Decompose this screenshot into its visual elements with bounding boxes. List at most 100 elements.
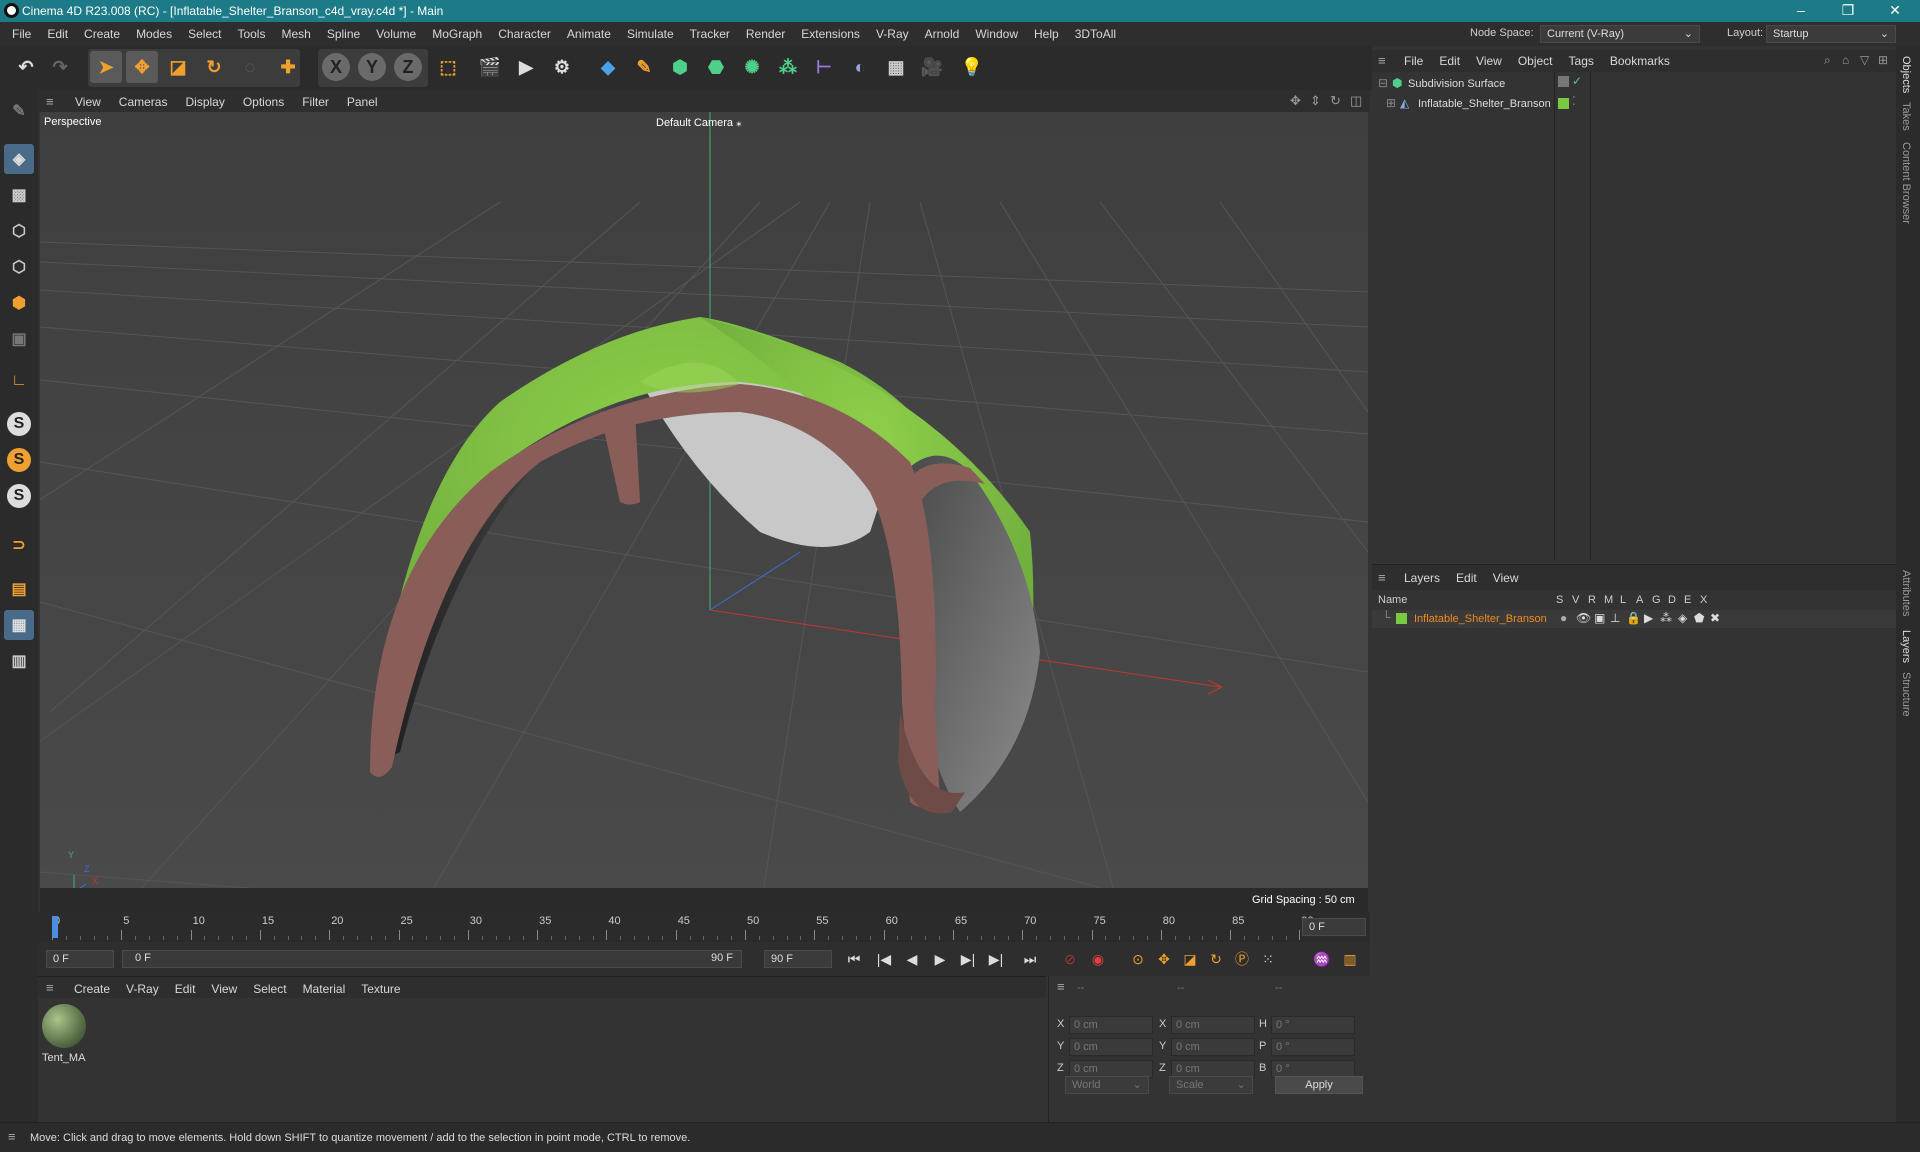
- layer-menu-layers[interactable]: Layers: [1396, 566, 1448, 590]
- coord-field[interactable]: 0 °: [1271, 1038, 1355, 1056]
- viewport-menu-cameras[interactable]: Cameras: [110, 90, 177, 114]
- object-row[interactable]: ⊟ ⬢ Subdivision Surface ✓: [1372, 74, 1896, 92]
- coord-field[interactable]: 0 cm: [1069, 1038, 1153, 1056]
- menu-animate[interactable]: Animate: [559, 22, 619, 46]
- menu-arnold[interactable]: Arnold: [917, 22, 968, 46]
- key-scale-icon[interactable]: ◪: [1178, 947, 1202, 971]
- menu-3dtoall[interactable]: 3DToAll: [1067, 22, 1124, 46]
- key-rotation-icon[interactable]: ↻: [1204, 947, 1228, 971]
- layer-color-swatch[interactable]: [1396, 613, 1407, 624]
- coord-field[interactable]: 0 cm: [1069, 1016, 1153, 1034]
- menu-simulate[interactable]: Simulate: [619, 22, 682, 46]
- floor-grid-icon[interactable]: ▤: [4, 574, 34, 604]
- layer-row[interactable]: └ Inflatable_Shelter_Branson ● 👁 ▣ ⊥ 🔒 ▶…: [1372, 610, 1896, 628]
- render-view-icon[interactable]: ▶: [510, 51, 542, 83]
- lod-icon[interactable]: ▥: [4, 646, 34, 676]
- coord-field[interactable]: 0 cm: [1171, 1038, 1255, 1056]
- viewport-rotate-icon[interactable]: ↻: [1330, 93, 1341, 109]
- object-menu-bookmarks[interactable]: Bookmarks: [1602, 49, 1678, 73]
- filter-icon[interactable]: ▽: [1860, 53, 1869, 67]
- tab-content-browser[interactable]: Content Browser: [1900, 142, 1912, 224]
- animation-icon[interactable]: ▶: [1644, 611, 1653, 625]
- layer-menu-view[interactable]: View: [1485, 566, 1527, 590]
- next-key-icon[interactable]: ▶|: [984, 947, 1008, 971]
- hamburger-icon[interactable]: ≡: [46, 980, 54, 995]
- menu-v-ray[interactable]: V-Ray: [868, 22, 917, 46]
- menu-volume[interactable]: Volume: [368, 22, 424, 46]
- layer-swatch[interactable]: [1558, 76, 1569, 87]
- lock-icon[interactable]: 🔒: [1626, 611, 1641, 625]
- scale-tool-icon[interactable]: ◪: [162, 51, 194, 83]
- mograph-fracture-icon[interactable]: ⁂: [772, 51, 804, 83]
- viewport-menu-panel[interactable]: Panel: [338, 90, 387, 114]
- tab-structure[interactable]: Structure: [1900, 672, 1912, 717]
- camera-icon[interactable]: 🎥: [916, 51, 948, 83]
- home-icon[interactable]: ⌂: [1842, 53, 1849, 67]
- menu-spline[interactable]: Spline: [319, 22, 368, 46]
- next-frame-icon[interactable]: ▶|: [956, 947, 980, 971]
- previous-frame-icon[interactable]: ◀: [900, 947, 924, 971]
- menu-window[interactable]: Window: [967, 22, 1026, 46]
- frame-range-slider[interactable]: 0 F 90 F: [122, 950, 742, 968]
- layer-menu-edit[interactable]: Edit: [1448, 566, 1485, 590]
- generators-icon[interactable]: ⁂: [1660, 611, 1672, 625]
- go-to-end-icon[interactable]: ⏭: [1018, 947, 1042, 971]
- timeline-window-icon[interactable]: ▥: [1338, 947, 1362, 971]
- key-param-icon[interactable]: Ⓟ: [1230, 947, 1254, 971]
- menu-help[interactable]: Help: [1026, 22, 1067, 46]
- cube-icon[interactable]: ◆: [592, 51, 624, 83]
- menu-select[interactable]: Select: [180, 22, 229, 46]
- render-icon[interactable]: ▣: [1594, 611, 1605, 625]
- menu-create[interactable]: Create: [76, 22, 128, 46]
- layout-dropdown[interactable]: Startup ⌄: [1766, 25, 1896, 43]
- deformers-icon[interactable]: ◈: [1678, 611, 1687, 625]
- object-menu-tags[interactable]: Tags: [1561, 49, 1602, 73]
- layer-name[interactable]: Inflatable_Shelter_Branson: [1414, 613, 1547, 625]
- material-thumbnail[interactable]: [42, 1004, 86, 1048]
- object-menu-object[interactable]: Object: [1510, 49, 1561, 73]
- hamburger-icon[interactable]: ≡: [1378, 53, 1386, 68]
- layer-swatch[interactable]: [1558, 98, 1569, 109]
- visibility-dots-icon[interactable]: ⁚: [1572, 94, 1576, 108]
- tab-objects[interactable]: Objects: [1900, 56, 1912, 93]
- menu-tracker[interactable]: Tracker: [682, 22, 738, 46]
- motion-system-icon[interactable]: ♒: [1310, 947, 1334, 971]
- viewport-menu-options[interactable]: Options: [234, 90, 293, 114]
- rotate-tool-icon[interactable]: ↻: [198, 51, 230, 83]
- workplane-icon[interactable]: ∟: [4, 366, 34, 396]
- auto-keying-icon[interactable]: ◉: [1086, 947, 1110, 971]
- menu-mograph[interactable]: MoGraph: [424, 22, 490, 46]
- field-icon[interactable]: ◐: [844, 51, 876, 83]
- redo-icon[interactable]: ↷: [44, 51, 76, 83]
- playhead[interactable]: [52, 916, 58, 938]
- minimize-button[interactable]: –: [1786, 2, 1816, 18]
- mograph-cloner-icon[interactable]: ✺: [736, 51, 768, 83]
- timeline-ruler[interactable]: 051015202530354045505560657075808590 0 F: [38, 912, 1370, 942]
- viewport-menu-filter[interactable]: Filter: [293, 90, 338, 114]
- coordinate-system-icon[interactable]: ⬚: [432, 51, 464, 83]
- viewport-zoom-icon[interactable]: ⇕: [1310, 93, 1321, 109]
- deformer-icon[interactable]: ⊢: [808, 51, 840, 83]
- subdivision-icon[interactable]: ⬢: [664, 51, 696, 83]
- end-frame-field[interactable]: 90 F: [764, 950, 832, 968]
- previous-key-icon[interactable]: |◀: [872, 947, 896, 971]
- maximize-button[interactable]: ❐: [1833, 2, 1863, 19]
- tab-attributes[interactable]: Attributes: [1900, 570, 1912, 616]
- move-tool-icon[interactable]: ✥: [126, 51, 158, 83]
- perspective-viewport[interactable]: Perspective Default Camera ⁎ Y Z X Grid …: [40, 112, 1368, 912]
- pen-spline-icon[interactable]: ✎: [628, 51, 660, 83]
- camera-label[interactable]: Default Camera ⁎: [656, 116, 742, 129]
- menu-mesh[interactable]: Mesh: [273, 22, 318, 46]
- menu-file[interactable]: File: [4, 22, 39, 46]
- record-icon[interactable]: ⊘: [1058, 947, 1082, 971]
- mesh-grid-icon[interactable]: ▦: [4, 610, 34, 640]
- start-frame-field[interactable]: 0 F: [46, 950, 114, 968]
- undo-icon[interactable]: ↶: [10, 51, 42, 83]
- expressions-icon[interactable]: ⬟: [1694, 611, 1704, 625]
- menu-render[interactable]: Render: [738, 22, 793, 46]
- render-settings-icon[interactable]: ⚙: [546, 51, 578, 83]
- z-axis-lock-button[interactable]: Z: [394, 53, 422, 81]
- edges-mode-icon[interactable]: ⬡: [4, 252, 34, 282]
- x-axis-lock-button[interactable]: X: [322, 53, 350, 81]
- keyframe-selection-icon[interactable]: ⊙: [1126, 947, 1150, 971]
